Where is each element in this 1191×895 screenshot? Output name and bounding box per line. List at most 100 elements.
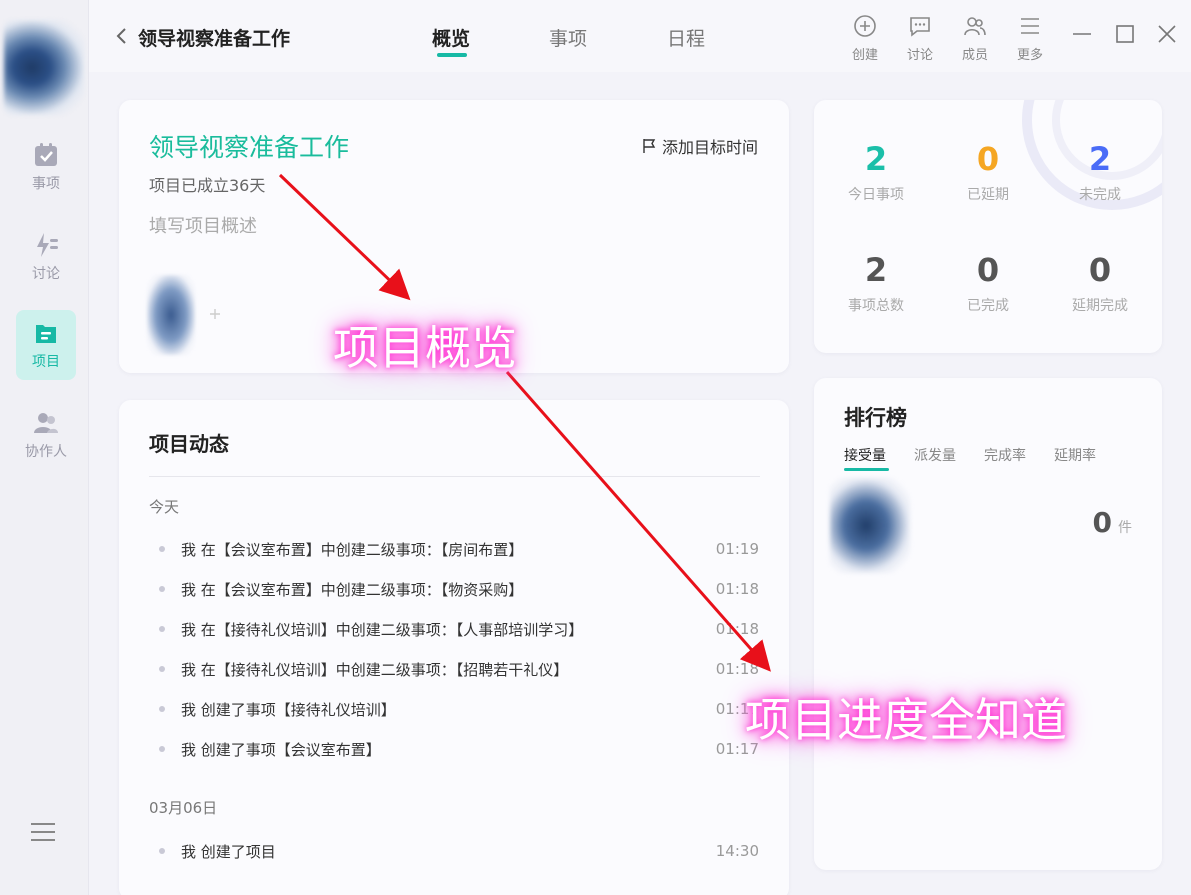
stat-label: 未完成 xyxy=(1079,187,1121,203)
activity-text: 我 在【接待礼仪培训】中创建二级事项：【招聘若干礼仪】 xyxy=(181,660,569,679)
member-avatar[interactable] xyxy=(147,275,195,355)
stat-value: 2 xyxy=(1088,140,1112,178)
sidebar-item-discussion[interactable]: 讨论 xyxy=(16,222,76,292)
project-description-field[interactable]: 填写项目概述 xyxy=(149,212,257,238)
stat-label: 已延期 xyxy=(967,187,1009,203)
ranking-card: 排行榜 接受量 派发量 完成率 延期率 0 件 xyxy=(814,378,1162,870)
activity-item[interactable]: 我 创建了项目 14:30 xyxy=(159,839,759,863)
members-button[interactable]: 成员 xyxy=(955,14,995,63)
bullet-icon xyxy=(159,546,165,552)
tab-schedule[interactable]: 日程 xyxy=(667,24,705,51)
activity-item[interactable]: 我 在【会议室布置】中创建二级事项：【房间布置】 01:19 xyxy=(159,537,759,561)
stat-unfinished[interactable]: 2 未完成 xyxy=(1050,140,1150,204)
activity-item[interactable]: 我 在【接待礼仪培训】中创建二级事项：【招聘若干礼仪】 01:18 xyxy=(159,657,759,681)
collaborators-icon xyxy=(34,413,58,433)
tab-active-indicator xyxy=(844,468,889,471)
activity-title: 项目动态 xyxy=(149,432,229,456)
count-value: 0 xyxy=(1092,506,1112,539)
count-unit: 件 xyxy=(1118,520,1132,536)
activity-time: 01:18 xyxy=(715,620,759,638)
sidebar-item-project[interactable]: 项目 xyxy=(16,310,76,380)
stat-delayed-completed[interactable]: 0 延期完成 xyxy=(1050,251,1150,315)
stat-value: 2 xyxy=(864,251,888,289)
tab-dispatched[interactable]: 派发量 xyxy=(914,445,956,465)
flag-icon xyxy=(643,139,656,153)
activity-item[interactable]: 我 在【接待礼仪培训】中创建二级事项：【人事部培训学习】 01:18 xyxy=(159,617,759,641)
sidebar-item-label: 讨论 xyxy=(32,266,60,282)
tab-active-indicator xyxy=(437,53,467,57)
add-target-time-label: 添加目标时间 xyxy=(662,138,759,157)
activity-text: 我 在【会议室布置】中创建二级事项：【物资采购】 xyxy=(181,580,524,599)
create-button[interactable]: 创建 xyxy=(845,14,885,63)
plus-circle-icon xyxy=(854,15,876,37)
stats-card: 2 今日事项 0 已延期 2 未完成 2 事项总数 0 已完成 0 延期完成 xyxy=(814,100,1162,353)
activity-date: 今天 xyxy=(149,498,180,516)
tab-received[interactable]: 接受量 xyxy=(844,445,886,465)
activity-time: 01:18 xyxy=(715,660,759,678)
stat-total-tasks[interactable]: 2 事项总数 xyxy=(826,251,926,315)
project-name[interactable]: 领导视察准备工作 xyxy=(149,128,349,164)
sidebar-item-tasks[interactable]: 事项 xyxy=(16,132,76,202)
ranking-count: 0 件 xyxy=(1093,506,1132,539)
activity-item[interactable]: 我 创建了事项【接待礼仪培训】 01:17 xyxy=(159,697,759,721)
back-icon[interactable] xyxy=(115,26,129,46)
bullet-icon xyxy=(159,848,165,854)
stat-value: 0 xyxy=(976,140,1000,178)
stat-value: 0 xyxy=(1088,251,1112,289)
sidebar-item-label: 协作人 xyxy=(25,444,67,460)
project-age: 项目已成立36天 xyxy=(149,176,266,195)
activity-text: 我 创建了事项【会议室布置】 xyxy=(181,740,381,759)
hamburger-menu-icon[interactable] xyxy=(29,818,57,846)
discussion-icon xyxy=(37,233,58,257)
activity-item[interactable]: 我 创建了事项【会议室布置】 01:17 xyxy=(159,737,759,761)
stat-value: 2 xyxy=(864,140,888,178)
bullet-icon xyxy=(159,746,165,752)
stat-today-tasks[interactable]: 2 今日事项 xyxy=(826,140,926,204)
activity-date: 03月06日 xyxy=(149,799,218,817)
stat-label: 今日事项 xyxy=(848,187,904,203)
stat-label: 延期完成 xyxy=(1072,298,1128,314)
sidebar-item-collaborators[interactable]: 协作人 xyxy=(16,400,76,470)
more-button[interactable]: 更多 xyxy=(1010,14,1050,63)
stat-label: 已完成 xyxy=(967,298,1009,314)
bullet-icon xyxy=(159,626,165,632)
stat-label: 事项总数 xyxy=(848,298,904,314)
calendar-check-icon xyxy=(35,143,57,166)
members-label: 成员 xyxy=(961,48,988,63)
add-target-time-button[interactable]: 添加目标时间 xyxy=(641,134,758,158)
minimize-icon[interactable] xyxy=(1071,23,1093,45)
discuss-label: 讨论 xyxy=(906,48,933,63)
folder-icon xyxy=(36,325,56,343)
ranking-title: 排行榜 xyxy=(844,406,907,430)
activity-text: 我 创建了项目 xyxy=(181,842,276,861)
bullet-icon xyxy=(159,706,165,712)
activity-text: 我 在【会议室布置】中创建二级事项：【房间布置】 xyxy=(181,540,524,559)
activity-time: 01:18 xyxy=(715,580,759,598)
bullet-icon xyxy=(159,666,165,672)
add-member-icon[interactable] xyxy=(205,304,225,324)
bullet-icon xyxy=(159,586,165,592)
annotation-overview-label: 项目概览 xyxy=(333,321,517,375)
top-bar: 领导视察准备工作 概览 事项 日程 创建 讨论 成员 更多 xyxy=(89,0,1191,72)
sidebar-item-label: 项目 xyxy=(32,354,60,370)
discuss-button[interactable]: 讨论 xyxy=(900,14,940,63)
tab-overview[interactable]: 概览 xyxy=(432,24,470,51)
tab-delay-rate[interactable]: 延期率 xyxy=(1054,445,1096,465)
activity-text: 我 在【接待礼仪培训】中创建二级事项：【人事部培训学习】 xyxy=(181,620,584,639)
stat-completed[interactable]: 0 已完成 xyxy=(938,251,1038,315)
maximize-icon[interactable] xyxy=(1114,23,1136,45)
chat-icon xyxy=(910,17,930,37)
close-icon[interactable] xyxy=(1156,23,1178,45)
page-title: 领导视察准备工作 xyxy=(138,28,291,50)
project-activity-card: 项目动态 今天 我 在【会议室布置】中创建二级事项：【房间布置】 01:19 我… xyxy=(119,400,789,895)
activity-time: 01:19 xyxy=(715,540,759,558)
activity-time: 14:30 xyxy=(715,842,759,860)
tab-completion-rate[interactable]: 完成率 xyxy=(984,445,1026,465)
member-avatar[interactable] xyxy=(830,478,910,573)
user-avatar[interactable] xyxy=(4,20,84,115)
more-label: 更多 xyxy=(1016,48,1043,63)
activity-text: 我 创建了事项【接待礼仪培训】 xyxy=(181,700,396,719)
activity-item[interactable]: 我 在【会议室布置】中创建二级事项：【物资采购】 01:18 xyxy=(159,577,759,601)
tab-tasks[interactable]: 事项 xyxy=(549,24,587,51)
stat-delayed[interactable]: 0 已延期 xyxy=(938,140,1038,204)
